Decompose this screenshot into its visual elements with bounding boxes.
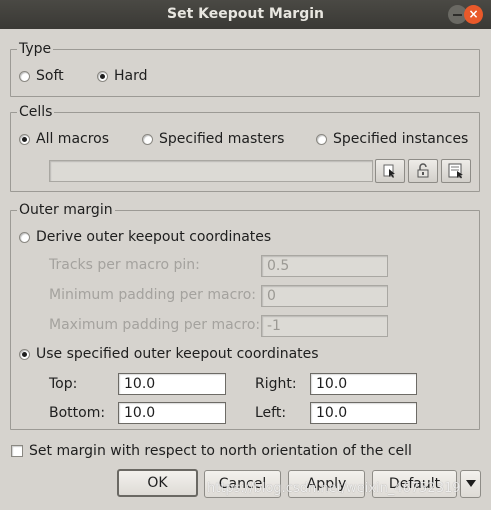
select-cursor-button[interactable] bbox=[375, 159, 405, 183]
checkbox-indicator bbox=[11, 445, 23, 457]
cells-all-macros-radio[interactable]: All macros bbox=[19, 131, 109, 147]
cells-specified-instances-radio[interactable]: Specified instances bbox=[316, 131, 468, 147]
cells-specified-masters-radio[interactable]: Specified masters bbox=[142, 131, 284, 147]
derive-outer-radio[interactable]: Derive outer keepout coordinates bbox=[19, 229, 271, 245]
dropdown-arrow-icon bbox=[465, 480, 476, 487]
use-specified-label: Use specified outer keepout coordinates bbox=[36, 346, 319, 362]
left-field[interactable]: 10.0 bbox=[310, 402, 417, 424]
cells-all-macros-label: All macros bbox=[36, 131, 110, 147]
default-menu-button[interactable] bbox=[460, 470, 481, 498]
close-icon[interactable]: × bbox=[464, 5, 483, 24]
ok-button[interactable]: OK bbox=[117, 469, 198, 497]
lock-icon bbox=[417, 163, 429, 178]
bottom-field[interactable]: 10.0 bbox=[118, 402, 226, 424]
max-padding-label: Maximum padding per macro: bbox=[49, 317, 261, 333]
radio-indicator bbox=[142, 133, 153, 145]
cells-selection-field[interactable] bbox=[49, 160, 373, 182]
min-padding-label: Minimum padding per macro: bbox=[49, 287, 257, 303]
load-list-button[interactable] bbox=[441, 159, 471, 183]
north-orientation-checkbox[interactable]: Set margin with respect to north orienta… bbox=[11, 443, 412, 459]
outer-margin-legend: Outer margin bbox=[19, 202, 113, 218]
radio-indicator-selected bbox=[97, 70, 108, 82]
lock-button[interactable] bbox=[408, 159, 438, 183]
type-hard-label: Hard bbox=[114, 68, 148, 84]
top-label: Top: bbox=[49, 376, 78, 392]
radio-indicator bbox=[19, 70, 30, 82]
cells-specified-instances-label: Specified instances bbox=[333, 131, 469, 147]
right-field[interactable]: 10.0 bbox=[310, 373, 417, 395]
top-field[interactable]: 10.0 bbox=[118, 373, 226, 395]
select-cursor-icon bbox=[383, 164, 395, 178]
radio-indicator-selected bbox=[19, 348, 30, 360]
min-padding-field[interactable]: 0 bbox=[261, 285, 388, 307]
watermark: https://blog.csdn.net/weixin_46752319 bbox=[207, 481, 461, 496]
left-label: Left: bbox=[255, 405, 287, 421]
north-orientation-label: Set margin with respect to north orienta… bbox=[29, 443, 412, 459]
type-legend: Type bbox=[19, 41, 52, 57]
radio-indicator-selected bbox=[19, 133, 30, 145]
type-soft-label: Soft bbox=[36, 68, 64, 84]
use-specified-radio[interactable]: Use specified outer keepout coordinates bbox=[19, 346, 319, 362]
bottom-label: Bottom: bbox=[49, 405, 106, 421]
cells-legend: Cells bbox=[19, 104, 53, 120]
type-group: Type bbox=[10, 41, 480, 97]
max-padding-field[interactable]: -1 bbox=[261, 315, 388, 337]
type-soft-radio[interactable]: Soft bbox=[19, 68, 64, 84]
tracks-label: Tracks per macro pin: bbox=[49, 257, 200, 273]
derive-outer-label: Derive outer keepout coordinates bbox=[36, 229, 272, 245]
type-hard-radio[interactable]: Hard bbox=[97, 68, 148, 84]
cells-specified-masters-label: Specified masters bbox=[159, 131, 285, 147]
radio-indicator bbox=[19, 231, 30, 243]
right-label: Right: bbox=[255, 376, 297, 392]
title-bar: Set Keepout Margin × bbox=[0, 0, 491, 29]
radio-indicator bbox=[316, 133, 327, 145]
tracks-field[interactable]: 0.5 bbox=[261, 255, 388, 277]
load-list-icon bbox=[448, 163, 463, 179]
window-title: Set Keepout Margin bbox=[167, 6, 324, 22]
